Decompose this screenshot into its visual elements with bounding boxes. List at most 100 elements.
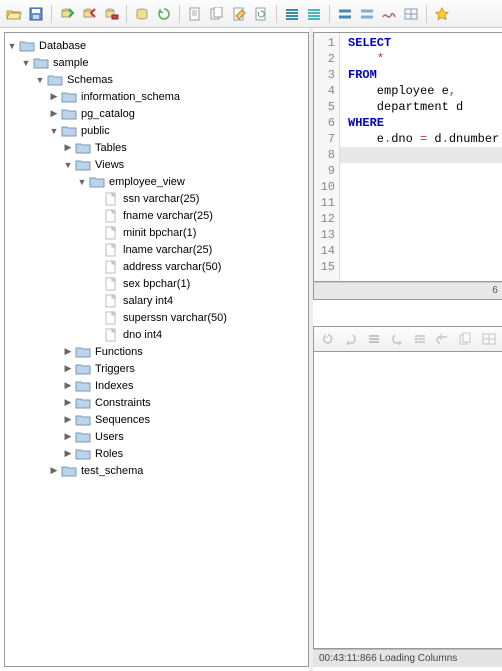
- disclosure-closed-icon[interactable]: ▶: [63, 398, 73, 408]
- tree-node[interactable]: ▶Functions: [5, 343, 308, 360]
- editor-hscroll[interactable]: 6: [313, 282, 502, 300]
- disclosure-open-icon[interactable]: ▼: [49, 126, 59, 136]
- disclosure-open-icon[interactable]: ▼: [63, 160, 73, 170]
- folder-icon: [19, 39, 35, 53]
- results-undo2-button[interactable]: [433, 329, 452, 349]
- disclosure-open-icon[interactable]: ▼: [35, 75, 45, 85]
- code-area[interactable]: SELECT *FROM employee e, department dWHE…: [340, 33, 502, 281]
- toolbar-doc-button[interactable]: [185, 4, 205, 24]
- tree-node[interactable]: ▶Constraints: [5, 394, 308, 411]
- code-line[interactable]: [340, 147, 502, 163]
- code-line[interactable]: WHERE: [348, 115, 502, 131]
- tree-node[interactable]: ▶Users: [5, 428, 308, 445]
- results-redo-button[interactable]: [387, 329, 406, 349]
- disclosure-closed-icon[interactable]: ▶: [63, 432, 73, 442]
- code-line[interactable]: [348, 227, 502, 243]
- status-text: 00:43:11:866 Loading Columns: [319, 653, 457, 664]
- tree-node[interactable]: sex bpchar(1): [5, 275, 308, 292]
- column-icon: [103, 277, 119, 291]
- toolbar-folder-open-button[interactable]: [4, 4, 24, 24]
- toolbar-star-button[interactable]: [432, 4, 452, 24]
- results-copy-button[interactable]: [456, 329, 475, 349]
- toolbar-scribble-button[interactable]: [379, 4, 399, 24]
- tree-node[interactable]: minit bpchar(1): [5, 224, 308, 241]
- tree-node[interactable]: ▼public: [5, 122, 308, 139]
- tree-node[interactable]: ▶Sequences: [5, 411, 308, 428]
- tree-node[interactable]: address varchar(50): [5, 258, 308, 275]
- code-line[interactable]: [348, 243, 502, 259]
- tree-node[interactable]: ▶information_schema: [5, 88, 308, 105]
- toolbar-db-disconnect-red-button[interactable]: [79, 4, 99, 24]
- tree-node[interactable]: ▼Views: [5, 156, 308, 173]
- tree-node[interactable]: salary int4: [5, 292, 308, 309]
- disclosure-closed-icon[interactable]: ▶: [63, 143, 73, 153]
- code-line[interactable]: [348, 259, 502, 275]
- column-icon: [103, 209, 119, 223]
- line-number: 6: [314, 115, 335, 131]
- results-grid-button[interactable]: [479, 329, 498, 349]
- toolbar-db-remove-button[interactable]: [101, 4, 121, 24]
- tree-node[interactable]: ▶Roles: [5, 445, 308, 462]
- code-line[interactable]: [348, 179, 502, 195]
- code-line[interactable]: SELECT: [348, 35, 502, 51]
- tree-node[interactable]: ssn varchar(25): [5, 190, 308, 207]
- results-refresh-button[interactable]: [318, 329, 337, 349]
- code-line[interactable]: FROM: [348, 67, 502, 83]
- tree-node[interactable]: dno int4: [5, 326, 308, 343]
- toolbar-doc-edit-button[interactable]: [229, 4, 249, 24]
- disclosure-closed-icon[interactable]: ▶: [63, 415, 73, 425]
- toolbar-lines-2-button[interactable]: [335, 4, 355, 24]
- folder-icon: [75, 158, 91, 172]
- disclosure-open-icon[interactable]: ▼: [77, 177, 87, 187]
- code-line[interactable]: department d: [348, 99, 502, 115]
- line-number: 14: [314, 243, 335, 259]
- results-bars-button[interactable]: [364, 329, 383, 349]
- folder-icon: [61, 124, 77, 138]
- toolbar-lines-cyan-button[interactable]: [304, 4, 324, 24]
- code-line[interactable]: employee e,: [348, 83, 502, 99]
- code-line[interactable]: e.dno = d.dnumber: [348, 131, 502, 147]
- toolbar-save-button[interactable]: [26, 4, 46, 24]
- disclosure-open-icon[interactable]: ▼: [21, 58, 31, 68]
- toolbar-db-connect-green-button[interactable]: [57, 4, 77, 24]
- toolbar-lines-2b-button[interactable]: [357, 4, 377, 24]
- tree-node[interactable]: ▼Schemas: [5, 71, 308, 88]
- toolbar-doc-refresh-button[interactable]: [251, 4, 271, 24]
- code-line[interactable]: [348, 211, 502, 227]
- disclosure-closed-icon[interactable]: ▶: [49, 466, 59, 476]
- tree-node[interactable]: ▶ Triggers: [5, 360, 308, 377]
- tree-node[interactable]: ▶Tables: [5, 139, 308, 156]
- results-undo-button[interactable]: [341, 329, 360, 349]
- disclosure-open-icon[interactable]: ▼: [7, 41, 17, 51]
- tree-node[interactable]: lname varchar(25): [5, 241, 308, 258]
- code-line[interactable]: *: [348, 51, 502, 67]
- tree-node[interactable]: ▶Indexes: [5, 377, 308, 394]
- code-line[interactable]: [348, 195, 502, 211]
- tree-node[interactable]: ▼sample: [5, 54, 308, 71]
- toolbar-lines-blue-button[interactable]: [282, 4, 302, 24]
- results-indent-button[interactable]: [410, 329, 429, 349]
- tree-node[interactable]: ▶ test_schema: [5, 462, 308, 479]
- tree-node[interactable]: ▼Database: [5, 37, 308, 54]
- disclosure-closed-icon[interactable]: ▶: [49, 92, 59, 102]
- toolbar-db-cyl-button[interactable]: [132, 4, 152, 24]
- status-bar: 00:43:11:866 Loading Columns: [313, 649, 502, 667]
- disclosure-closed-icon[interactable]: ▶: [63, 364, 73, 374]
- database-tree-pane[interactable]: ▼Database▼sample▼Schemas▶information_sch…: [4, 32, 309, 667]
- toolbar-recycle-button[interactable]: [154, 4, 174, 24]
- disclosure-closed-icon[interactable]: ▶: [63, 347, 73, 357]
- tree-node[interactable]: ▼employee_view: [5, 173, 308, 190]
- tree-node[interactable]: ▶pg_catalog: [5, 105, 308, 122]
- code-line[interactable]: [348, 163, 502, 179]
- results-grid[interactable]: [313, 352, 502, 649]
- tree-node[interactable]: superssn varchar(50): [5, 309, 308, 326]
- tree-node-label: test_schema: [81, 465, 143, 477]
- sql-editor[interactable]: 123456789101112131415 SELECT *FROM emplo…: [313, 32, 502, 282]
- tree-node-label: Triggers: [95, 363, 135, 375]
- disclosure-closed-icon[interactable]: ▶: [63, 381, 73, 391]
- toolbar-doc-copy-button[interactable]: [207, 4, 227, 24]
- tree-node[interactable]: fname varchar(25): [5, 207, 308, 224]
- disclosure-closed-icon[interactable]: ▶: [49, 109, 59, 119]
- toolbar-lines-grid-button[interactable]: [401, 4, 421, 24]
- disclosure-closed-icon[interactable]: ▶: [63, 449, 73, 459]
